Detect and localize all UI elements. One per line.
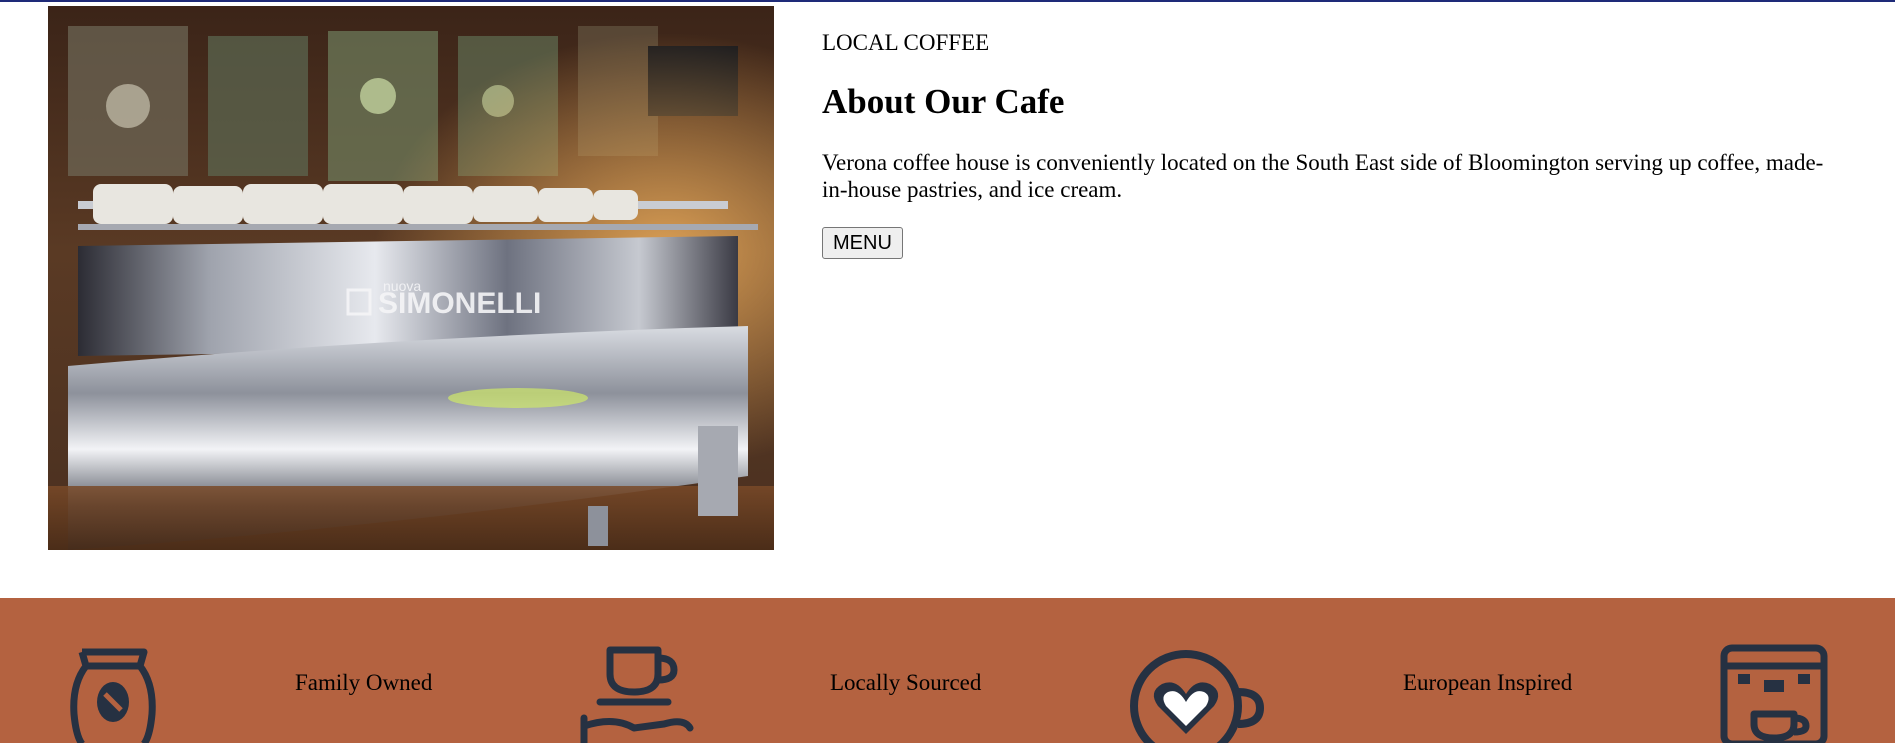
latte-heart-icon — [1126, 644, 1266, 743]
feature-label-european-inspired: European Inspired — [1403, 670, 1573, 695]
about-content: LOCAL COFFEE About Our Cafe Verona coffe… — [822, 28, 1862, 259]
espresso-machine-photo: SIMONELLI nuova — [48, 6, 774, 550]
espresso-machine-icon — [1718, 644, 1830, 743]
features-band: Family Owned Locally Sourced European In… — [0, 598, 1895, 743]
menu-button[interactable]: MENU — [822, 227, 903, 259]
about-title: About Our Cafe — [822, 82, 1065, 121]
feature-label-locally-sourced: Locally Sourced — [830, 670, 982, 695]
about-description: Verona coffee house is conveniently loca… — [822, 150, 1824, 202]
svg-text:nuova: nuova — [383, 278, 421, 294]
page: SIMONELLI nuova LOCAL COFFEE About Our C… — [0, 0, 1895, 743]
coffee-bag-icon — [68, 644, 158, 743]
feature-label-family-owned: Family Owned — [295, 670, 433, 695]
about-section: SIMONELLI nuova LOCAL COFFEE About Our C… — [0, 0, 1895, 598]
section-eyebrow: LOCAL COFFEE — [822, 30, 990, 55]
hand-coffee-cup-icon — [574, 644, 694, 743]
